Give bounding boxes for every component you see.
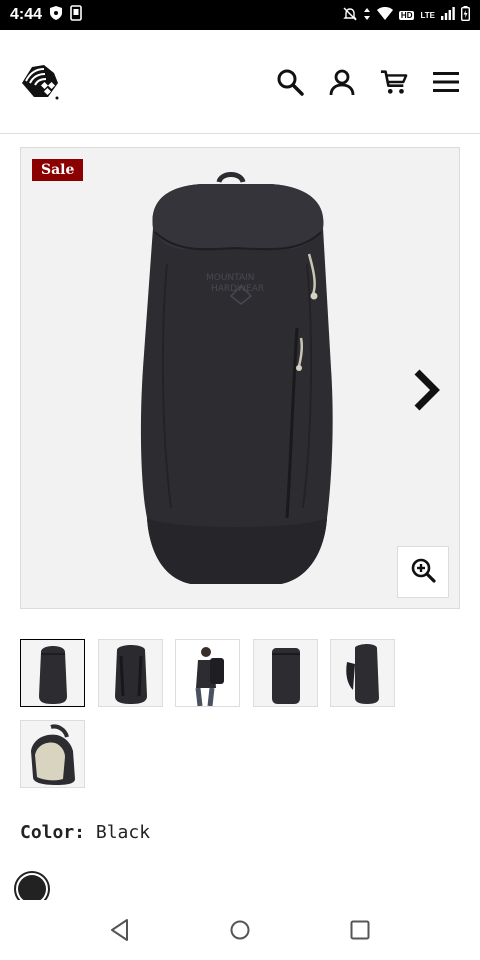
product-gallery: Sale MOUNTAIN HARDWEAR bbox=[20, 147, 460, 609]
search-icon[interactable] bbox=[276, 68, 304, 96]
lte-label: LTE bbox=[420, 10, 435, 20]
color-value: Black bbox=[95, 822, 151, 843]
thumbnail-open[interactable] bbox=[20, 720, 85, 788]
home-icon[interactable] bbox=[222, 912, 258, 948]
zoom-in-icon bbox=[410, 557, 436, 588]
battery-icon bbox=[460, 6, 470, 24]
hd-badge: HD bbox=[398, 10, 415, 20]
swatch-fill bbox=[18, 875, 46, 903]
thumbnail-worn[interactable] bbox=[175, 639, 240, 707]
signal-icon bbox=[441, 7, 455, 23]
mute-icon bbox=[343, 7, 357, 24]
cart-icon[interactable] bbox=[380, 68, 408, 96]
data-arrows-icon bbox=[363, 7, 371, 24]
color-label: Color: bbox=[20, 822, 86, 843]
wifi-icon bbox=[376, 7, 393, 23]
svg-text:MOUNTAIN: MOUNTAIN bbox=[206, 273, 255, 283]
thumbnail-front[interactable] bbox=[20, 639, 85, 707]
status-bar: 4:44 HD LTE bbox=[0, 0, 480, 30]
recents-icon[interactable] bbox=[342, 912, 378, 948]
status-time: 4:44 bbox=[10, 6, 43, 23]
thumbnail-side[interactable] bbox=[253, 639, 318, 707]
sale-badge: Sale bbox=[32, 159, 84, 181]
color-selection-label: Color: Black bbox=[20, 822, 150, 843]
android-navigation-bar bbox=[0, 900, 480, 960]
shield-icon bbox=[50, 5, 63, 25]
brand-logo-icon[interactable] bbox=[20, 61, 62, 103]
back-icon[interactable] bbox=[102, 912, 138, 948]
menu-icon[interactable] bbox=[432, 68, 460, 96]
phone-icon bbox=[70, 4, 82, 26]
site-header bbox=[0, 30, 480, 134]
product-image[interactable]: MOUNTAIN HARDWEAR bbox=[131, 168, 341, 588]
thumbnail-angle[interactable] bbox=[330, 639, 395, 707]
thumbnail-back[interactable] bbox=[98, 639, 163, 707]
zoom-button[interactable] bbox=[397, 546, 449, 598]
account-icon[interactable] bbox=[328, 68, 356, 96]
next-image-chevron-right-icon[interactable] bbox=[411, 368, 441, 412]
